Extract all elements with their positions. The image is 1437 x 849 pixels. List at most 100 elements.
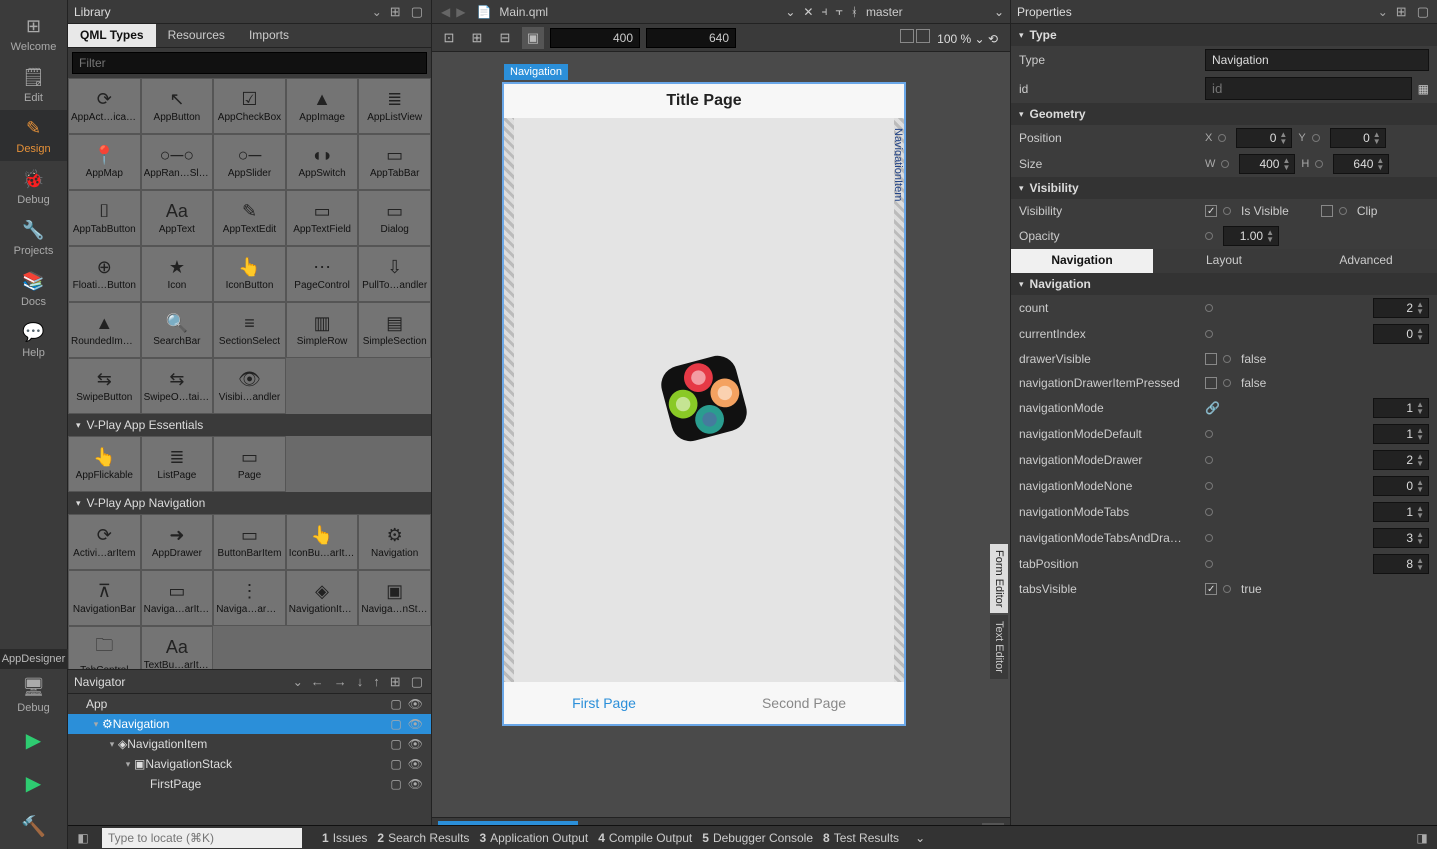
canvas-width[interactable]: 400 xyxy=(550,28,640,48)
library-item[interactable]: AaAppText xyxy=(141,190,214,246)
run-button[interactable]: ▶ xyxy=(0,720,67,763)
build-button[interactable]: 🔨 xyxy=(0,806,67,849)
property-spinbox[interactable]: 1▲▼ xyxy=(1373,398,1429,418)
visibility-icon[interactable]: 👁 xyxy=(408,737,423,751)
text-editor-tab[interactable]: Text Editor xyxy=(990,615,1008,679)
library-item[interactable]: ▭Dialog xyxy=(358,190,431,246)
size-w-input[interactable]: 400▲▼ xyxy=(1239,154,1295,174)
nav-split-button[interactable]: ▢ xyxy=(409,674,425,690)
library-item[interactable]: ≣AppListView xyxy=(358,78,431,134)
locator-input[interactable] xyxy=(102,828,302,848)
library-item[interactable]: ▭AppTabBar xyxy=(358,134,431,190)
mode-help[interactable]: 💬Help xyxy=(0,314,67,365)
nav-fwd-button[interactable]: → xyxy=(332,674,349,689)
library-item[interactable]: ▲RoundedImage xyxy=(68,302,141,358)
reset-zoom-button[interactable]: ⟲ xyxy=(988,32,998,46)
section-visibility[interactable]: Visibility xyxy=(1011,177,1437,199)
library-section-header[interactable]: V-Play App Essentials xyxy=(68,414,431,436)
bounding-rect-button[interactable]: ▣ xyxy=(522,27,544,49)
canvas-height[interactable]: 640 xyxy=(646,28,736,48)
library-item[interactable]: ⋮Naviga…arRow xyxy=(213,570,286,626)
library-item[interactable]: 👆AppFlickable xyxy=(68,436,141,492)
type-value[interactable]: Navigation xyxy=(1205,49,1429,71)
library-item[interactable]: ▭Page xyxy=(213,436,286,492)
doc-fwd-button[interactable]: ▶ xyxy=(453,5,468,19)
zoom-value[interactable]: 100 % xyxy=(937,32,971,46)
export-icon[interactable]: ▢ xyxy=(390,737,401,751)
property-spinbox[interactable]: 2▲▼ xyxy=(1373,450,1429,470)
preview-tab-first[interactable]: First Page xyxy=(504,682,704,724)
mode-welcome[interactable]: ⊞Welcome xyxy=(0,8,67,59)
property-spinbox[interactable]: 3▲▼ xyxy=(1373,528,1429,548)
prop-split-button[interactable]: ▢ xyxy=(1415,4,1431,20)
library-item[interactable]: ➜AppDrawer xyxy=(141,514,214,570)
library-item[interactable]: ↖AppButton xyxy=(141,78,214,134)
navigator-row[interactable]: ▾◈ NavigationItem▢👁 xyxy=(68,734,431,754)
property-spinbox[interactable]: 8▲▼ xyxy=(1373,554,1429,574)
output-pane-debugger-console[interactable]: 5Debugger Console xyxy=(702,831,813,845)
nav-add-button[interactable]: ⊞ xyxy=(388,674,403,690)
toggle-right-sidebar-button[interactable]: ◨ xyxy=(1413,831,1431,845)
property-spinbox[interactable]: 1▲▼ xyxy=(1373,502,1429,522)
chevron-down-icon[interactable]: ⌄ xyxy=(293,675,303,689)
library-item[interactable]: ⋯PageControl xyxy=(286,246,359,302)
nav-up-button[interactable]: ↑ xyxy=(371,674,382,689)
export-icon[interactable]: ▢ xyxy=(390,757,401,771)
chevron-down-icon[interactable]: ⌄ xyxy=(785,5,795,19)
visibility-icon[interactable]: 👁 xyxy=(408,717,423,731)
export-icon[interactable]: ▢ xyxy=(390,697,401,711)
prop-add-button[interactable]: ⊞ xyxy=(1394,4,1409,20)
kit-app-designer[interactable]: AppDesigner xyxy=(0,649,68,669)
tab-imports[interactable]: Imports xyxy=(237,24,301,47)
tab-navigation[interactable]: Navigation xyxy=(1011,249,1153,273)
library-section-header[interactable]: V-Play App Navigation xyxy=(68,492,431,514)
pos-y-input[interactable]: 0▲▼ xyxy=(1330,128,1386,148)
mode-projects[interactable]: 🔧Projects xyxy=(0,212,67,263)
visibility-icon[interactable]: 👁 xyxy=(408,757,423,771)
library-item[interactable]: ▥SimpleRow xyxy=(286,302,359,358)
navigator-row[interactable]: App▢👁 xyxy=(68,694,431,714)
expand-toggle[interactable]: ▾ xyxy=(122,759,134,770)
id-input[interactable] xyxy=(1205,77,1412,100)
property-spinbox[interactable]: 2▲▼ xyxy=(1373,298,1429,318)
property-spinbox[interactable]: 1▲▼ xyxy=(1373,424,1429,444)
tab-qml-types[interactable]: QML Types xyxy=(68,24,156,47)
library-item[interactable]: 👁Visibi…andler xyxy=(213,358,286,414)
form-editor-tab[interactable]: Form Editor xyxy=(990,544,1008,613)
snap-no-button[interactable]: ⊡ xyxy=(438,27,460,49)
doc-back-button[interactable]: ◀ xyxy=(438,5,453,19)
mode-design[interactable]: ✎Design xyxy=(0,110,67,161)
visibility-icon[interactable]: 👁 xyxy=(408,697,423,711)
library-item[interactable]: ▭ButtonBarItem xyxy=(213,514,286,570)
section-type[interactable]: Type xyxy=(1011,24,1437,46)
library-item[interactable]: ⇆SwipeO…tainer xyxy=(141,358,214,414)
kit-debug[interactable]: 🖥Debug xyxy=(0,669,67,720)
document-filename[interactable]: Main.qml xyxy=(499,5,777,19)
chevron-down-icon[interactable]: ⌄ xyxy=(372,5,382,19)
size-h-input[interactable]: 640▲▼ xyxy=(1333,154,1389,174)
navigator-row[interactable]: ▾⚙ Navigation▢👁 xyxy=(68,714,431,734)
toggle-sidebar-button[interactable]: ◧ xyxy=(74,831,92,845)
property-spinbox[interactable]: 0▲▼ xyxy=(1373,476,1429,496)
run-debug-button[interactable]: ▶ xyxy=(0,763,67,806)
tab-advanced[interactable]: Advanced xyxy=(1295,249,1437,273)
expand-toggle[interactable]: ▾ xyxy=(90,719,102,730)
library-item[interactable]: ▤SimpleSection xyxy=(358,302,431,358)
pos-x-input[interactable]: 0▲▼ xyxy=(1236,128,1292,148)
library-item[interactable]: ▭AppTextField xyxy=(286,190,359,246)
device-frame[interactable]: Title Page NavigationItem xyxy=(504,84,904,724)
color1-swatch[interactable] xyxy=(900,29,914,43)
preview-tab-second[interactable]: Second Page xyxy=(704,682,904,724)
nav-back-button[interactable]: ← xyxy=(309,674,326,689)
library-item[interactable]: ▲AppImage xyxy=(286,78,359,134)
output-pane-test-results[interactable]: 8Test Results xyxy=(823,831,899,845)
color2-swatch[interactable] xyxy=(916,29,930,43)
library-item[interactable]: ⇩PullTo…andler xyxy=(358,246,431,302)
property-spinbox[interactable]: 0▲▼ xyxy=(1373,324,1429,344)
library-item[interactable]: ≡SectionSelect xyxy=(213,302,286,358)
library-item[interactable]: ⇆SwipeButton xyxy=(68,358,141,414)
canvas[interactable]: Navigation Title Page NavigationItem xyxy=(432,52,1010,817)
close-doc-button[interactable]: ✕ xyxy=(803,5,813,19)
mode-edit[interactable]: 🗒Edit xyxy=(0,59,67,110)
is-visible-checkbox[interactable] xyxy=(1205,205,1217,217)
